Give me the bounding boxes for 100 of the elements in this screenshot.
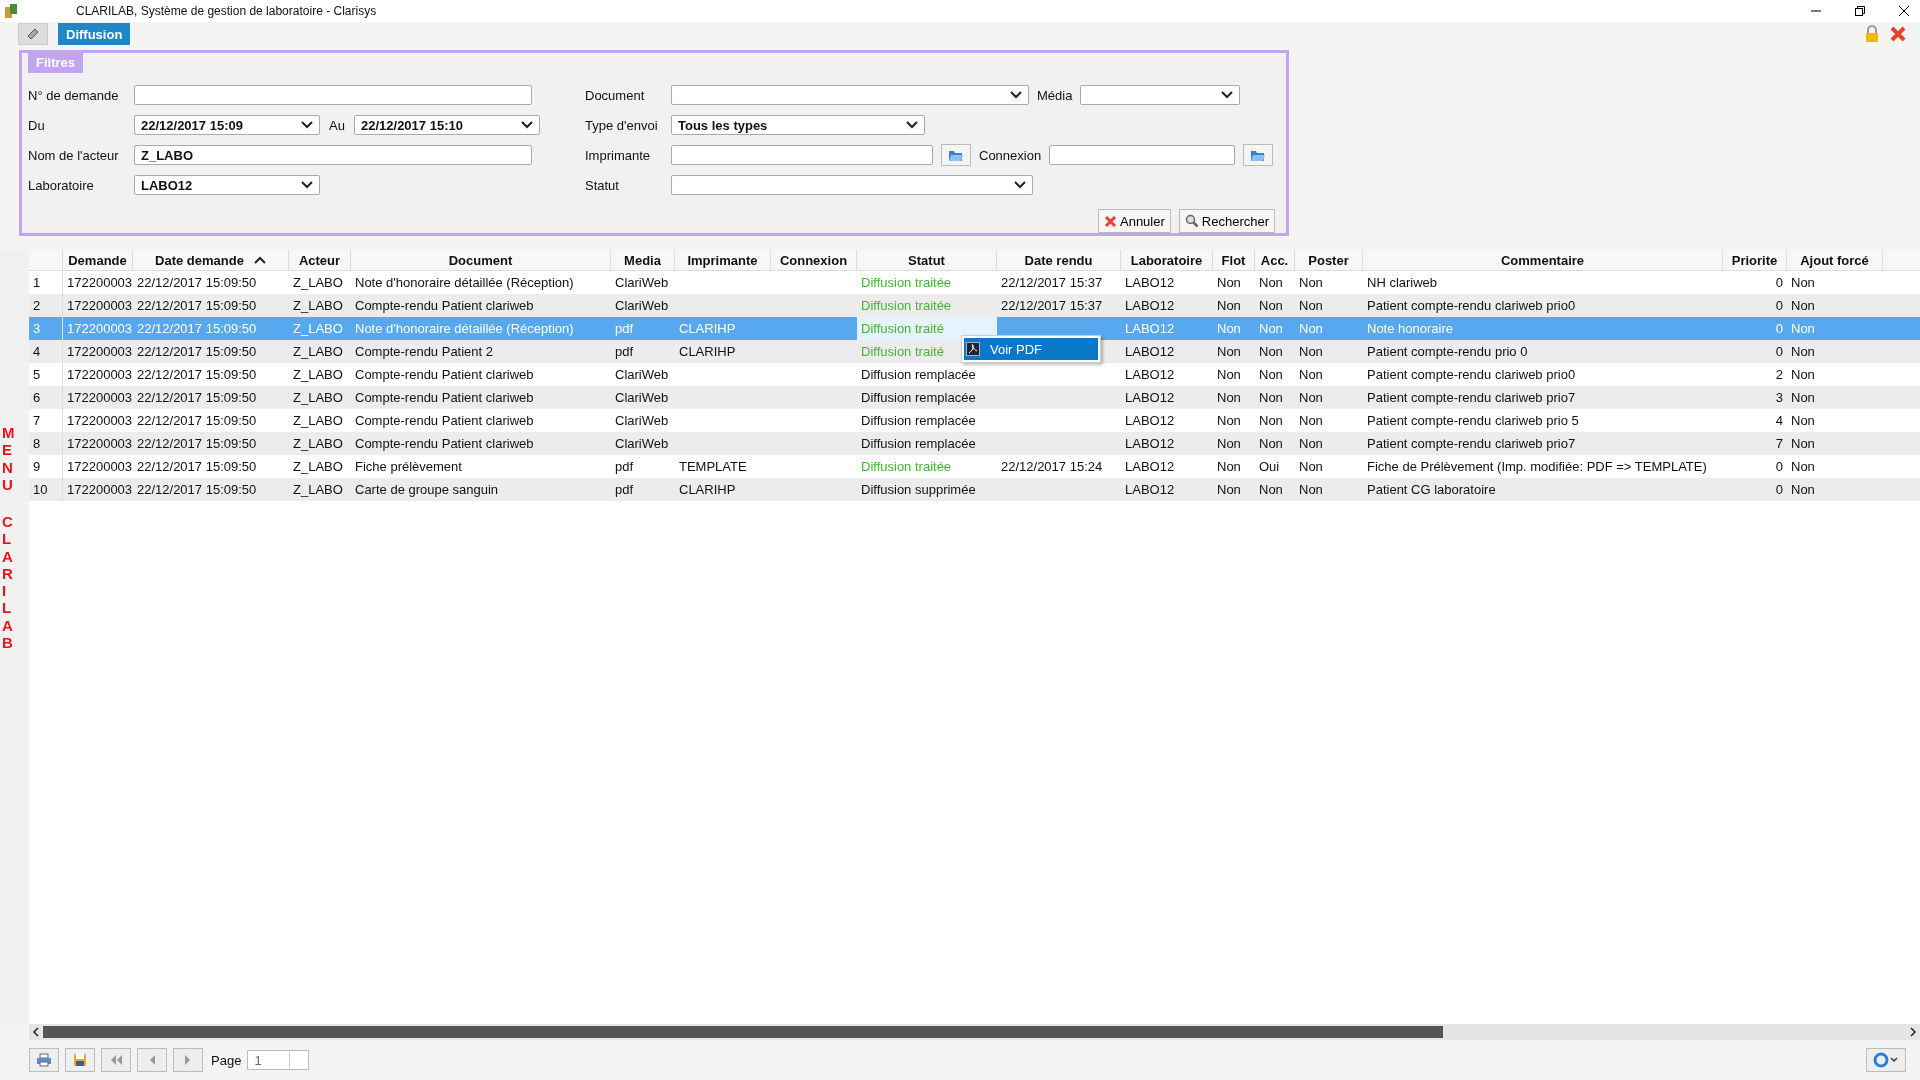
table-cell: Patient compte-rendu clariweb prio 5	[1367, 413, 1579, 428]
column-header[interactable]: Priorite	[1731, 252, 1778, 268]
table-cell: 172200003	[67, 459, 133, 474]
chevron-down-icon[interactable]	[301, 121, 313, 129]
table-cell: Non	[1299, 344, 1323, 359]
table-cell: ClariWeb	[615, 275, 669, 290]
field-label: Du	[28, 117, 46, 133]
side-menu-label[interactable]: MENU	[0, 424, 15, 493]
table-cell: Non	[1299, 459, 1323, 474]
column-header[interactable]: Demande	[68, 252, 127, 268]
table-row[interactable]: 2 172200003 22/12/2017 15:09:50 Z_LABO Compte-rendu Patient clariweb ClariWeb Diffusion traitée 22/12/2017 15:37 LABO12 Non Non Non Patient compte-rendu clariweb prio0 0 Non	[29, 294, 1920, 317]
column-header[interactable]: Date rendu	[1024, 252, 1093, 268]
column-header[interactable]: Laboratoire	[1130, 252, 1203, 268]
scroll-left-icon[interactable]	[32, 1027, 40, 1037]
column-header[interactable]: Date demande	[155, 252, 244, 268]
chevron-down-icon[interactable]	[1010, 91, 1022, 99]
table-cell: Non	[1217, 321, 1241, 336]
column-header[interactable]: Ajout forcé	[1800, 252, 1869, 268]
column-header[interactable]: Commentaire	[1500, 252, 1585, 268]
table-cell: Compte-rendu Patient clariweb	[355, 390, 534, 405]
first-page-button[interactable]	[101, 1048, 131, 1072]
column-header[interactable]: Acc.	[1260, 252, 1289, 268]
table-cell: Non	[1259, 390, 1283, 405]
table-cell: Diffusion traité	[861, 321, 944, 336]
table-cell: Non	[1299, 413, 1323, 428]
column-header[interactable]: Document	[448, 252, 513, 268]
table-cell: 4	[1775, 413, 1783, 428]
table-cell: Z_LABO	[293, 390, 343, 405]
table-cell: pdf	[615, 344, 634, 359]
table-cell: LABO12	[1125, 275, 1175, 290]
tab[interactable]: Diffusion	[58, 23, 131, 45]
chevron-down-icon[interactable]	[521, 121, 533, 129]
chevron-down-icon[interactable]	[1221, 91, 1234, 99]
table-cell: Diffusion remplacée	[861, 413, 976, 428]
chevron-down-icon[interactable]	[906, 121, 918, 129]
table-cell: Compte-rendu Patient 2	[355, 344, 494, 359]
table-cell: Non	[1299, 482, 1323, 497]
table-cell: Note honoraire	[1367, 321, 1453, 336]
menu-item[interactable]: Voir PDF	[964, 338, 1098, 360]
table-cell: Non	[1791, 275, 1815, 290]
table-cell: ClariWeb	[615, 367, 669, 382]
table-cell: Non	[1217, 344, 1241, 359]
table-cell: 172200003	[67, 321, 133, 336]
horizontal-scrollbar[interactable]	[29, 1024, 1920, 1040]
column-header[interactable]: Connexion	[779, 252, 848, 268]
chevron-down-icon[interactable]	[301, 181, 313, 189]
previous-page-button[interactable]	[137, 1048, 167, 1072]
table-cell: Oui	[1259, 459, 1280, 474]
dropdown[interactable]: LABO12	[134, 175, 320, 195]
table-cell: 0	[1775, 321, 1783, 336]
row-number: 4	[33, 344, 41, 359]
dropdown[interactable]: Tous les types	[671, 115, 925, 135]
date-dropdown[interactable]: 22/12/2017 15:10	[354, 115, 540, 135]
table-cell: Diffusion traitée	[861, 275, 952, 290]
chevron-down-icon[interactable]	[1014, 181, 1026, 189]
text-field[interactable]	[134, 85, 532, 105]
table-cell: Non	[1791, 459, 1815, 474]
table-cell: Non	[1299, 298, 1323, 313]
folder-button[interactable]	[1243, 144, 1274, 166]
table-cell: Non	[1791, 298, 1815, 313]
text-field[interactable]: Z_LABO	[134, 145, 532, 165]
table-cell: 0	[1775, 298, 1783, 313]
settings-button[interactable]	[1866, 1048, 1906, 1072]
next-page-button[interactable]	[173, 1048, 203, 1072]
right-arrow-icon	[183, 1054, 193, 1066]
scroll-right-icon[interactable]	[1909, 1027, 1917, 1037]
table-cell: Compte-rendu Patient clariweb	[355, 436, 534, 451]
text-field[interactable]	[1049, 145, 1236, 165]
table-row[interactable]: 6 172200003 22/12/2017 15:09:50 Z_LABO Compte-rendu Patient clariweb ClariWeb Diffusion remplacée LABO12 Non Non Non Patient compte-rendu clariweb prio7 3 Non	[29, 386, 1920, 409]
table-cell: pdf	[615, 459, 634, 474]
page-field[interactable]: 1	[247, 1050, 310, 1070]
lock-icon[interactable]	[1864, 25, 1880, 43]
column-header[interactable]: Poster	[1308, 252, 1349, 268]
eraser-button[interactable]	[18, 23, 48, 45]
table-cell: Non	[1217, 390, 1241, 405]
table-cell: 22/12/2017 15:09:50	[137, 436, 257, 451]
table-cell: 3	[1775, 390, 1783, 405]
column-header[interactable]: Acteur	[298, 252, 341, 268]
column-header[interactable]: Statut	[908, 252, 945, 268]
close-icon[interactable]	[1898, 5, 1910, 17]
search-button[interactable]: Rechercher	[1178, 209, 1275, 233]
column-header[interactable]: Imprimante	[687, 252, 758, 268]
table-cell: 22/12/2017 15:37	[1001, 275, 1103, 290]
table-row[interactable]: 8 172200003 22/12/2017 15:09:50 Z_LABO Compte-rendu Patient clariweb ClariWeb Diffusion remplacée LABO12 Non Non Non Patient compte-rendu clariweb prio7 7 Non	[29, 432, 1920, 455]
table-cell: 22/12/2017 15:09:50	[137, 344, 257, 359]
side-menu-label[interactable]: CLARILAB	[0, 513, 13, 651]
save-button[interactable]	[65, 1048, 95, 1072]
table-cell: Non	[1299, 367, 1323, 382]
folder-button[interactable]	[941, 144, 971, 166]
date-dropdown[interactable]: 22/12/2017 15:09	[134, 115, 320, 135]
table-cell: 22/12/2017 15:09:50	[137, 298, 257, 313]
table-cell: 0	[1775, 482, 1783, 497]
print-button[interactable]	[29, 1048, 59, 1072]
restore-icon[interactable]	[1854, 5, 1866, 17]
text-field[interactable]	[671, 145, 933, 165]
field-label: Type d'envoi	[585, 117, 659, 133]
cancel-button[interactable]: Annuler	[1098, 209, 1171, 233]
table-row[interactable]: 10 172200003 22/12/2017 15:09:50 Z_LABO Carte de groupe sanguin pdf CLARIHP Diffusion supprimée LABO12 Non Non Non Patient CG laboratoire 0 Non	[29, 478, 1920, 501]
column-header[interactable]: Media	[624, 252, 661, 268]
column-header[interactable]: Flot	[1221, 252, 1246, 268]
